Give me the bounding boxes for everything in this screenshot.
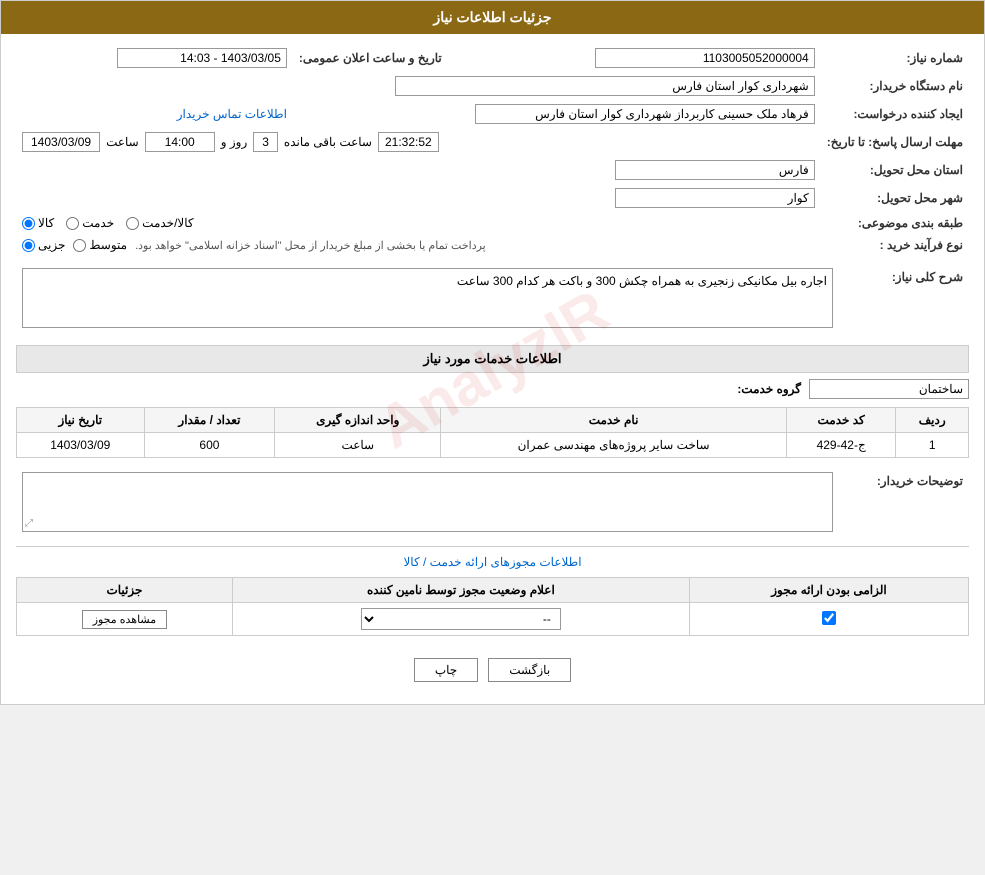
process-motavaset-label: متوسط	[89, 238, 127, 252]
day-value: 3	[253, 132, 278, 152]
send-deadline-label: مهلت ارسال پاسخ: تا تاریخ:	[821, 128, 969, 156]
perm-required-checkbox[interactable]	[822, 611, 836, 625]
perm-required-cell	[689, 603, 968, 636]
category-khidmat-label: خدمت	[82, 216, 114, 230]
services-section-header: اطلاعات خدمات مورد نیاز	[16, 345, 969, 373]
perm-col-status: اعلام وضعیت مجوز توسط نامین کننده	[232, 578, 689, 603]
service-unit: ساعت	[275, 433, 441, 458]
need-number-input[interactable]	[595, 48, 815, 68]
service-code: ج-42-429	[786, 433, 895, 458]
col-name: نام خدمت	[441, 408, 787, 433]
perm-status-select[interactable]: --	[361, 608, 561, 630]
buyer-notes-table: توضیحات خریدار: ⤢	[16, 468, 969, 536]
permissions-table: الزامی بودن ارائه مجوز اعلام وضعیت مجوز …	[16, 577, 969, 636]
buyer-notes-box: ⤢	[22, 472, 833, 532]
permissions-section: اطلاعات مجوزهای ارائه خدمت / کالا الزامی…	[16, 546, 969, 636]
permissions-title[interactable]: اطلاعات مجوزهای ارائه خدمت / کالا	[16, 555, 969, 569]
perm-col-required: الزامی بودن ارائه مجوز	[689, 578, 968, 603]
time-label: ساعت	[106, 135, 139, 149]
page-header: جزئیات اطلاعات نیاز	[1, 1, 984, 34]
print-button[interactable]: چاپ	[414, 658, 478, 682]
view-permit-button[interactable]: مشاهده مجوز	[82, 610, 167, 629]
announce-label: تاریخ و ساعت اعلان عمومی:	[293, 44, 448, 72]
category-kala-khidmat[interactable]: کالا/خدمت	[126, 216, 193, 230]
service-group-row: گروه خدمت:	[16, 379, 969, 399]
row-number: 1	[896, 433, 969, 458]
contact-link[interactable]: اطلاعات تماس خریدار	[177, 107, 287, 121]
category-kala-label: کالا	[38, 216, 54, 230]
col-code: کد خدمت	[786, 408, 895, 433]
services-table: ردیف کد خدمت نام خدمت واحد اندازه گیری ت…	[16, 407, 969, 458]
creator-label: ایجاد کننده درخواست:	[821, 100, 969, 128]
process-jozii-label: جزیی	[38, 238, 65, 252]
remaining-time: 21:32:52	[378, 132, 439, 152]
announce-input[interactable]	[117, 48, 287, 68]
buyer-notes-label: توضیحات خریدار:	[839, 468, 969, 536]
date-value: 1403/03/09	[22, 132, 100, 152]
city-input[interactable]	[615, 188, 815, 208]
table-row: 1 ج-42-429 ساخت سایر پروژه‌های مهندسی عم…	[17, 433, 969, 458]
perm-status-cell: --	[232, 603, 689, 636]
col-unit: واحد اندازه گیری	[275, 408, 441, 433]
col-date: تاریخ نیاز	[17, 408, 145, 433]
buttons-row: بازگشت چاپ	[16, 646, 969, 694]
page-title: جزئیات اطلاعات نیاز	[433, 9, 551, 25]
perm-details-cell: مشاهده مجوز	[17, 603, 233, 636]
category-label: طبقه بندی موضوعی:	[821, 212, 969, 234]
need-number-label: شماره نیاز:	[821, 44, 969, 72]
service-date: 1403/03/09	[17, 433, 145, 458]
col-row: ردیف	[896, 408, 969, 433]
process-description: پرداخت تمام یا بخشی از مبلغ خریدار از مح…	[135, 239, 486, 252]
buyer-org-label: نام دستگاه خریدار:	[821, 72, 969, 100]
service-name: ساخت سایر پروژه‌های مهندسی عمران	[441, 433, 787, 458]
category-kala-khidmat-label: کالا/خدمت	[142, 216, 193, 230]
category-kala[interactable]: کالا	[22, 216, 54, 230]
col-quantity: تعداد / مقدار	[144, 408, 275, 433]
resize-handle: ⤢	[25, 518, 33, 529]
need-description-table: شرح کلی نیاز: اجاره بیل مکانیکی زنجیری ب…	[16, 264, 969, 335]
perm-row: -- مشاهده مجوز	[17, 603, 969, 636]
perm-col-details: جزئیات	[17, 578, 233, 603]
service-group-input[interactable]	[809, 379, 969, 399]
process-motavaset[interactable]: متوسط	[73, 238, 127, 252]
info-table: شماره نیاز: تاریخ و ساعت اعلان عمومی: نا…	[16, 44, 969, 256]
service-quantity: 600	[144, 433, 275, 458]
buyer-org-input[interactable]	[395, 76, 815, 96]
creator-input[interactable]	[475, 104, 815, 124]
city-label: شهر محل تحویل:	[821, 184, 969, 212]
need-description-input[interactable]: اجاره بیل مکانیکی زنجیری به همراه چکش 30…	[22, 268, 833, 328]
province-label: استان محل تحویل:	[821, 156, 969, 184]
service-group-label: گروه خدمت:	[731, 382, 801, 396]
remaining-label: ساعت باقی مانده	[284, 135, 372, 149]
day-label: روز و	[221, 135, 248, 149]
process-jozii[interactable]: جزیی	[22, 238, 65, 252]
process-label: نوع فرآیند خرید :	[821, 234, 969, 256]
province-input[interactable]	[615, 160, 815, 180]
time-value: 14:00	[145, 132, 215, 152]
back-button[interactable]: بازگشت	[488, 658, 571, 682]
category-khidmat[interactable]: خدمت	[66, 216, 114, 230]
need-description-label: شرح کلی نیاز:	[839, 264, 969, 335]
